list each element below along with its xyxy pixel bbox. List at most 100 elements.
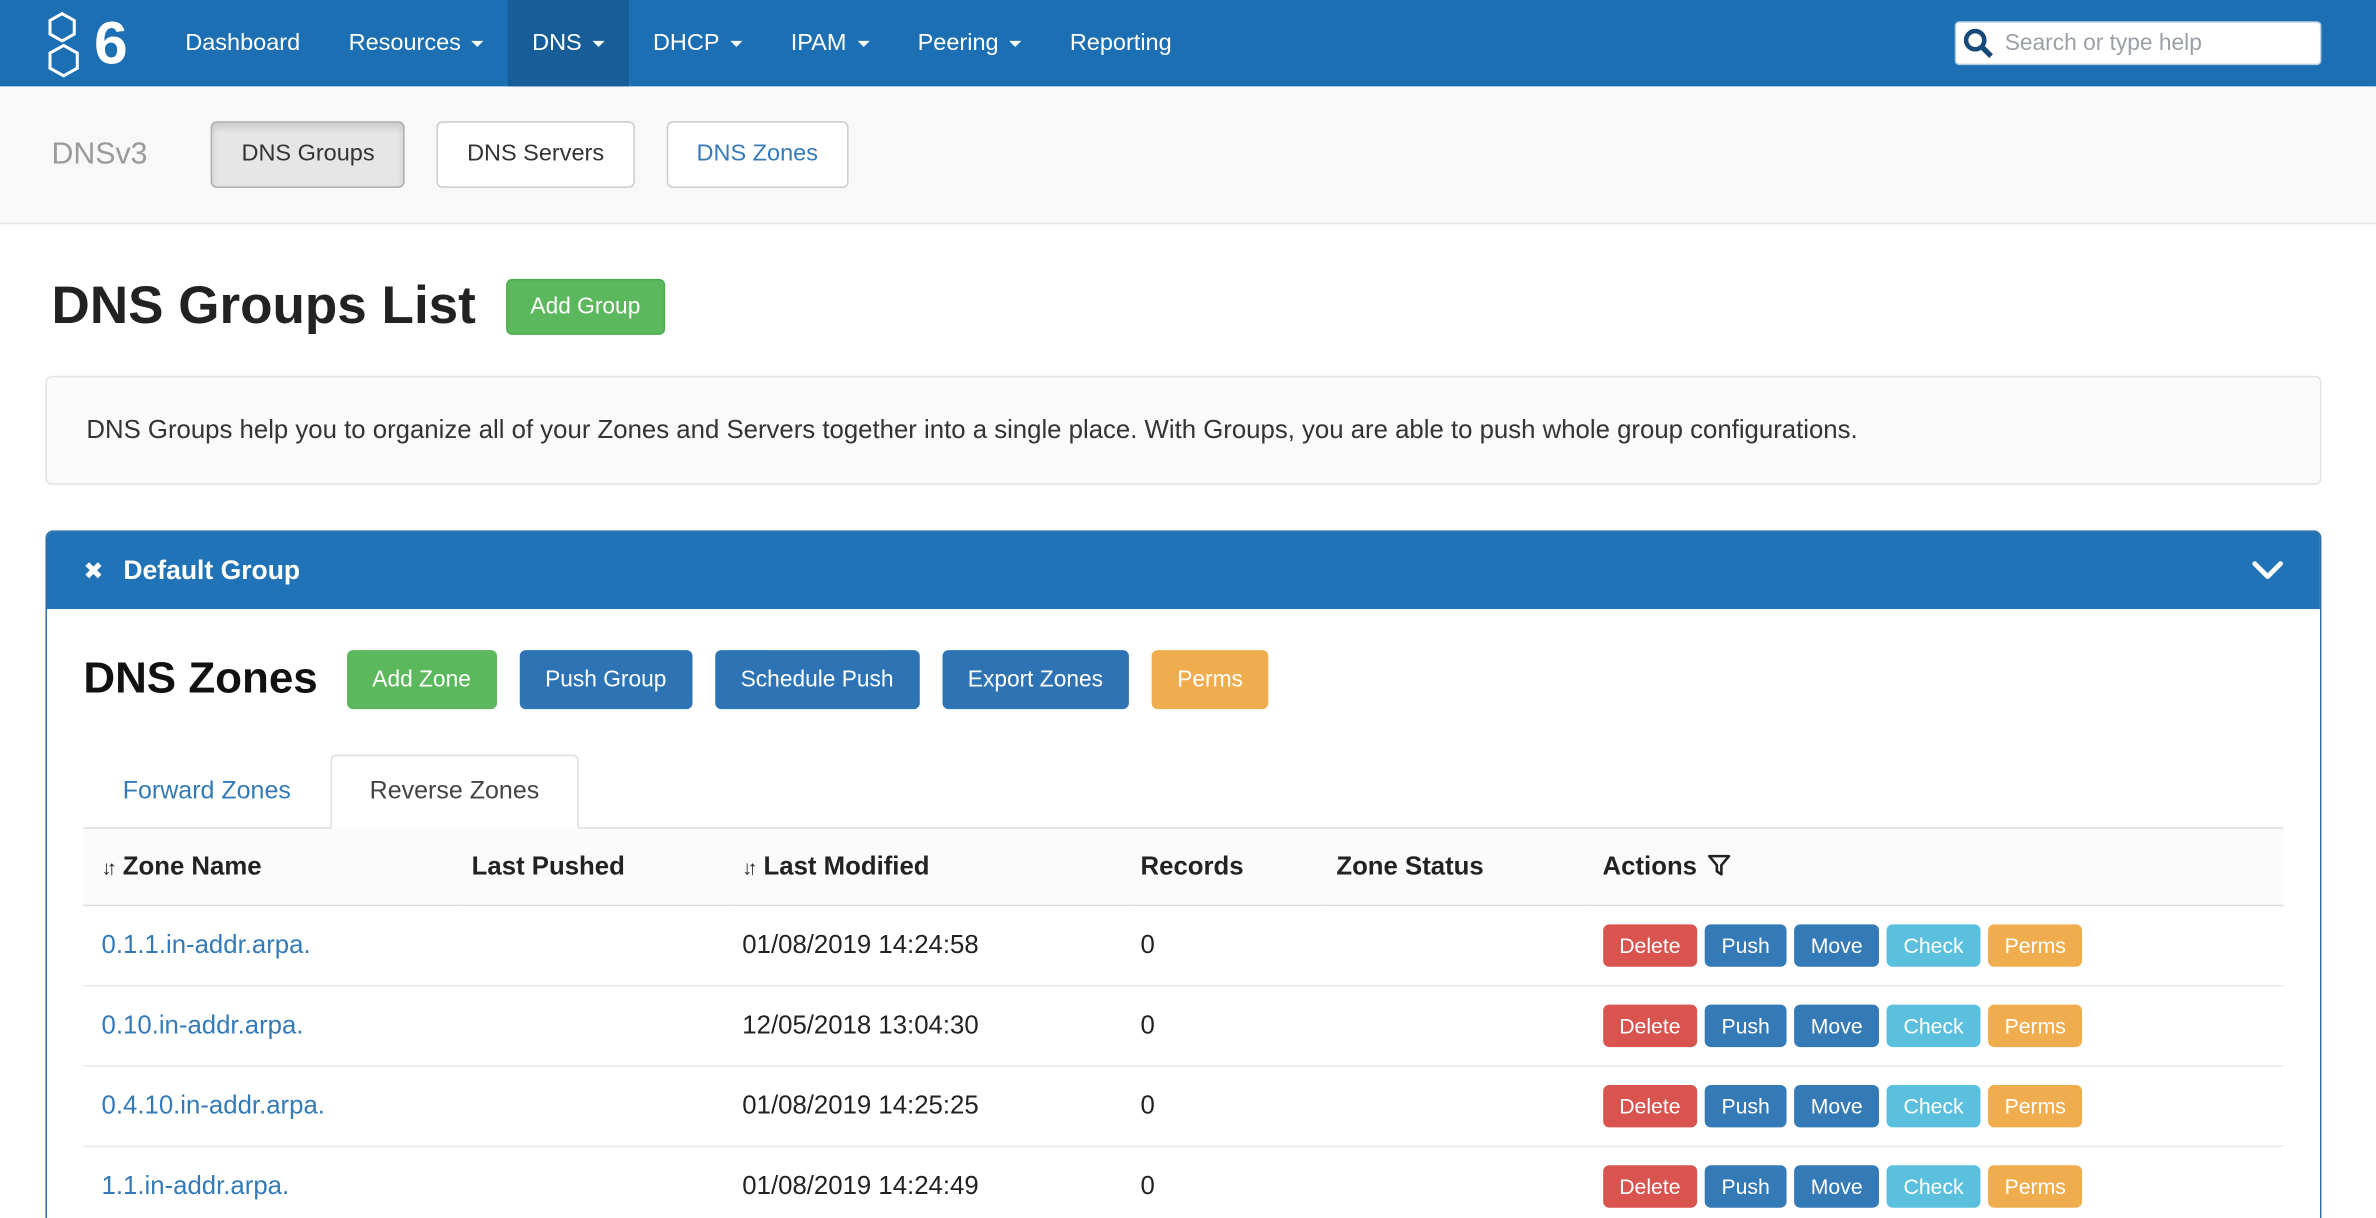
table-row: 1.1.in-addr.arpa. 01/08/2019 14:24:490 Del… [83,1147,2283,1218]
nav-item-label: IPAM [791,30,847,57]
row-action-check[interactable]: Check [1887,925,1980,967]
page-head: DNS Groups List Add Group [52,276,2376,337]
row-action-check[interactable]: Check [1887,1085,1980,1127]
row-action-check[interactable]: Check [1887,1165,1980,1207]
cell-last-modified: 01/08/2019 14:24:49 [730,1147,1128,1218]
zone-link[interactable]: 1.1.in-addr.arpa. [102,1172,290,1201]
sort-icon[interactable]: ↓↑ [742,856,753,879]
subnav-buttons: DNS Groups DNS Servers DNS Zones [211,121,880,188]
cell-last-pushed [460,1066,731,1146]
nav-item-label: DNS [532,30,582,57]
tab-forward-zones[interactable]: Forward Zones [83,755,330,829]
caret-down-icon [857,40,869,46]
caret-down-icon [472,40,484,46]
chevron-down-icon[interactable] [2252,561,2284,581]
nav-item-label: Reporting [1070,30,1172,57]
row-action-perms[interactable]: Perms [1988,1165,2083,1207]
toolbar-button-export-zones[interactable]: Export Zones [942,650,1129,709]
row-action-perms[interactable]: Perms [1988,1005,2083,1047]
zone-link[interactable]: 0.10.in-addr.arpa. [102,1011,304,1040]
toolbar-button-perms[interactable]: Perms [1151,650,1268,709]
nav-item-peering[interactable]: Peering [893,0,1045,86]
cell-records: 0 [1128,906,1324,986]
toolbar-button-schedule-push[interactable]: Schedule Push [715,650,919,709]
row-action-delete[interactable]: Delete [1603,1085,1698,1127]
search-icon [1961,26,1996,61]
caret-down-icon [592,40,604,46]
nav-items: DashboardResources DNS DHCP IPAM Peering Repo… [161,0,1196,86]
column-label: Last Modified [764,852,930,881]
cell-records: 0 [1128,986,1324,1066]
cell-last-pushed [460,906,731,986]
row-action-check[interactable]: Check [1887,1005,1980,1047]
group-panel-header[interactable]: ✖ Default Group [47,532,2320,609]
cell-zone-status [1324,906,1590,986]
nav-item-label: DHCP [653,30,720,57]
row-action-delete[interactable]: Delete [1603,1005,1698,1047]
caret-down-icon [730,40,742,46]
cell-actions: DeletePushMoveCheckPerms [1590,986,2283,1066]
nav-item-dashboard[interactable]: Dashboard [161,0,324,86]
zones-table-body: 0.1.1.in-addr.arpa.01/08/2019 14:24:580D… [83,906,2283,1218]
group-panel-body: DNS Zones Add ZonePush GroupSchedule Pus… [47,609,2320,1218]
column-label: Last Pushed [472,852,625,881]
caret-down-icon [1009,40,1021,46]
zone-link[interactable]: 0.1.1.in-addr.arpa. [102,931,311,960]
row-action-move[interactable]: Move [1794,925,1879,967]
row-action-push[interactable]: Push [1705,925,1787,967]
cell-zone-name: 0.1.1.in-addr.arpa. [83,906,459,986]
cell-last-modified: 01/08/2019 14:25:25 [730,1066,1128,1146]
cell-actions: DeletePushMoveCheckPerms [1590,906,2283,986]
zones-table: ↓↑Zone Name Last Pushed ↓↑ Last Modified Rec… [83,829,2283,1218]
nav-item-ipam[interactable]: IPAM [766,0,893,86]
row-action-perms[interactable]: Perms [1988,925,2083,967]
filter-icon[interactable] [1708,855,1731,876]
row-action-move[interactable]: Move [1794,1165,1879,1207]
page-description: DNS Groups help you to organize all of y… [45,376,2321,485]
nav-item-resources[interactable]: Resources [324,0,507,86]
column-header-last-modified[interactable]: ↓↑ Last Modified [730,829,1128,906]
column-header-zone-name[interactable]: ↓↑Zone Name [83,829,459,906]
row-action-push[interactable]: Push [1705,1085,1787,1127]
brand-logo[interactable]: 6 [0,0,161,86]
nav-item-dns[interactable]: DNS [508,0,629,86]
column-header-zone-status: Zone Status [1324,829,1590,906]
nav-item-reporting[interactable]: Reporting [1046,0,1196,86]
toolbar-button-add-zone[interactable]: Add Zone [347,650,497,709]
search-box [1955,21,2322,65]
subnav-button-dns-groups[interactable]: DNS Groups [211,121,405,188]
cell-last-modified: 01/08/2019 14:24:58 [730,906,1128,986]
close-icon[interactable]: ✖ [83,556,103,586]
column-label: Records [1141,852,1244,881]
tab-reverse-zones[interactable]: Reverse Zones [330,755,578,829]
screen: 6 DashboardResources DNS DHCP IPAM Peering Re… [0,0,2376,1218]
zones-toolbar: Add Zone Push Group Schedule Push Export Zo… [324,650,1269,709]
toolbar-button-push-group[interactable]: Push Group [519,650,692,709]
nav-item-dhcp[interactable]: DHCP [629,0,767,86]
add-group-button[interactable]: Add Group [506,278,664,334]
cell-zone-name: 0.4.10.in-addr.arpa. [83,1066,459,1146]
row-action-delete[interactable]: Delete [1603,925,1698,967]
cell-records: 0 [1128,1147,1324,1218]
cell-last-pushed [460,986,731,1066]
subnav-button-dns-servers[interactable]: DNS Servers [437,121,635,188]
search-input[interactable] [1955,21,2322,65]
row-action-move[interactable]: Move [1794,1005,1879,1047]
cell-last-pushed [460,1147,731,1218]
zone-link[interactable]: 0.4.10.in-addr.arpa. [102,1091,325,1120]
column-header-records: Records [1128,829,1324,906]
subnav-button-dns-zones[interactable]: DNS Zones [666,121,848,188]
row-action-move[interactable]: Move [1794,1085,1879,1127]
hexagons-icon [42,8,87,78]
row-action-perms[interactable]: Perms [1988,1085,2083,1127]
cell-actions: DeletePushMoveCheckPerms [1590,1147,2283,1218]
group-title: Default Group [123,555,300,587]
row-action-push[interactable]: Push [1705,1165,1787,1207]
row-action-push[interactable]: Push [1705,1005,1787,1047]
column-header-last-pushed: Last Pushed [460,829,731,906]
page-title: DNS Groups List [52,276,476,337]
column-label: Actions [1603,852,1697,881]
row-action-delete[interactable]: Delete [1603,1165,1698,1207]
sort-icon[interactable]: ↓↑ [102,856,113,879]
column-header-actions[interactable]: Actions [1590,829,2283,906]
